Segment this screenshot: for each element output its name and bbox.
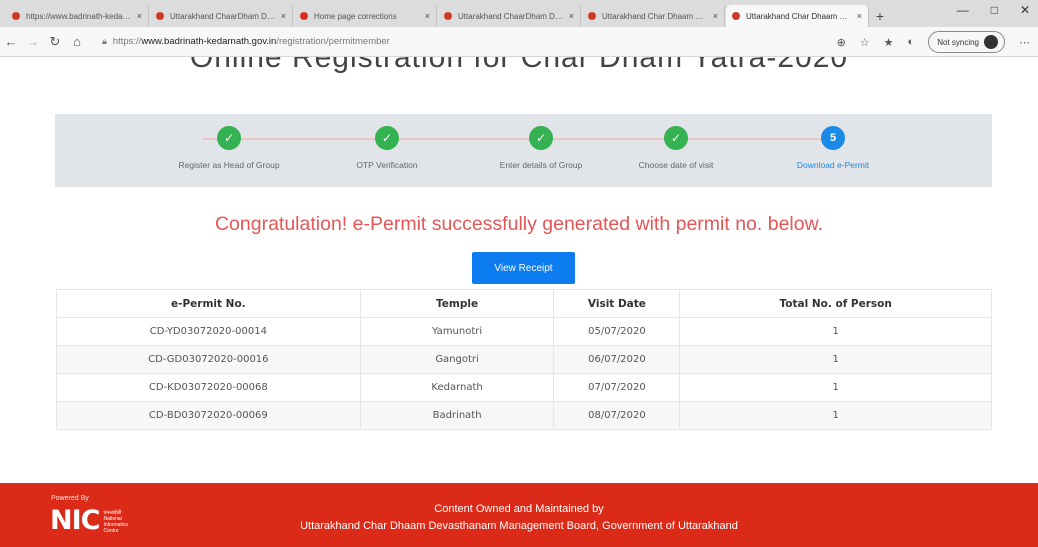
step-label: OTP Verification: [356, 160, 418, 170]
view-receipt-button[interactable]: View Receipt: [472, 252, 575, 284]
browser-tab[interactable]: https://www.badrinath-kedarnath.gov.in ×: [6, 5, 149, 27]
lock-icon: 🔒︎: [102, 36, 107, 46]
step-check-icon: ✓: [217, 126, 241, 150]
forward-icon[interactable]: →: [22, 34, 44, 49]
table-header-row: e-Permit No. Temple Visit Date Total No.…: [56, 289, 992, 318]
maximize-button[interactable]: □: [991, 3, 998, 17]
tab-title: Home page corrections: [314, 11, 397, 21]
visit-date-cell: 06/07/2020: [553, 345, 681, 374]
browser-tab[interactable]: Uttarakhand Char Dhaam Devasthanam ×: [582, 5, 725, 27]
extensions-icon[interactable]: ◐: [908, 36, 915, 48]
more-menu-icon[interactable]: ⋯: [1019, 36, 1030, 49]
url-path: /registration/permitmember: [276, 36, 390, 47]
header-permit-no: e-Permit No.: [56, 289, 361, 318]
back-icon[interactable]: ←: [0, 34, 22, 49]
visit-date-cell: 08/07/2020: [553, 401, 681, 430]
step-number-icon: 5: [821, 126, 845, 150]
tab-close-icon[interactable]: ×: [713, 11, 718, 21]
step-check-icon: ✓: [664, 126, 688, 150]
header-temple: Temple: [359, 289, 555, 318]
tab-favicon-icon: [156, 12, 164, 20]
tab-favicon-icon: [444, 12, 452, 20]
permit-table: e-Permit No. Temple Visit Date Total No.…: [56, 289, 992, 430]
step-register-head: ✓ Register as Head of Group: [139, 126, 319, 170]
persons-cell: 1: [679, 345, 992, 374]
favorites-bar-icon[interactable]: ★: [884, 36, 894, 49]
step-check-icon: ✓: [375, 126, 399, 150]
tab-title: Uttarakhand ChaarDham Devasthanam: [458, 11, 565, 21]
browser-tab-bar: https://www.badrinath-kedarnath.gov.in×U…: [0, 0, 1038, 27]
tab-title: https://www.badrinath-kedarnath.gov.in: [26, 11, 133, 21]
url-field[interactable]: 🔒︎ https://www.badrinath-kedarnath.gov.i…: [102, 36, 802, 47]
refresh-icon[interactable]: ↻: [44, 34, 66, 50]
url-prefix: https://: [112, 36, 142, 47]
tab-strip: https://www.badrinath-kedarnath.gov.in×U…: [6, 0, 870, 27]
toolbar-right: ⊕ ☆ ★ ◐ Not syncing ⋯: [837, 31, 1030, 53]
favorite-icon[interactable]: ☆: [860, 36, 870, 49]
persons-cell: 1: [679, 373, 992, 402]
visit-date-cell: 05/07/2020: [553, 317, 681, 346]
url-domain: www.badrinath-kedarnath.gov.in: [141, 36, 277, 47]
powered-by-label: Powered By: [51, 495, 89, 502]
temple-cell: Yamunotri: [359, 317, 555, 346]
browser-tab[interactable]: Uttarakhand Char Dhaam Devasthanam ×: [726, 5, 869, 27]
persons-cell: 1: [679, 401, 992, 430]
browser-tab[interactable]: Uttarakhand ChaarDham Devasthanam ×: [150, 5, 293, 27]
sync-button[interactable]: Not syncing: [928, 31, 1005, 53]
step-choose-date: ✓ Choose date of visit: [586, 126, 766, 170]
visit-date-cell: 07/07/2020: [553, 373, 681, 402]
step-label: Download e-Permit: [796, 160, 870, 170]
browser-tab[interactable]: Home page corrections ×: [294, 5, 437, 27]
header-total-persons: Total No. of Person: [679, 289, 992, 318]
temple-cell: Kedarnath: [359, 373, 555, 402]
persons-cell: 1: [679, 317, 992, 346]
profile-avatar-icon: [984, 35, 998, 49]
footer-line-2: Uttarakhand Char Dhaam Devasthanam Manag…: [300, 520, 738, 532]
table-row: CD-KD03072020-00068 Kedarnath 07/07/2020…: [56, 373, 992, 402]
permit-no-cell: CD-KD03072020-00068: [56, 373, 361, 402]
table-row: CD-BD03072020-00069 Badrinath 08/07/2020…: [56, 401, 992, 430]
header-visit-date: Visit Date: [553, 289, 681, 318]
step-download-permit: 5 Download e-Permit: [743, 126, 923, 170]
site-footer: Powered By NIC एनआईसी National Informati…: [0, 483, 1038, 547]
temple-cell: Badrinath: [359, 401, 555, 430]
tab-close-icon[interactable]: ×: [137, 11, 142, 21]
tab-close-icon[interactable]: ×: [857, 11, 862, 21]
success-message: Congratulation! e-Permit successfully ge…: [214, 213, 824, 235]
tab-title: Uttarakhand Char Dhaam Devasthanam: [602, 11, 709, 21]
browser-tab[interactable]: Uttarakhand ChaarDham Devasthanam ×: [438, 5, 581, 27]
table-row: CD-YD03072020-00014 Yamunotri 05/07/2020…: [56, 317, 992, 346]
temple-cell: Gangotri: [359, 345, 555, 374]
minimize-button[interactable]: —: [957, 3, 969, 17]
tab-close-icon[interactable]: ×: [281, 11, 286, 21]
tab-favicon-icon: [300, 12, 308, 20]
step-label: Register as Head of Group: [178, 160, 280, 170]
address-bar: ← → ↻ ⌂ 🔒︎ https://www.badrinath-kedarna…: [0, 27, 1038, 57]
tab-close-icon[interactable]: ×: [425, 11, 430, 21]
sync-label: Not syncing: [937, 37, 979, 47]
home-icon[interactable]: ⌂: [66, 34, 88, 49]
tab-title: Uttarakhand Char Dhaam Devasthanam: [746, 11, 853, 21]
page-title: Online Registration for Char Dham Yatra-…: [189, 57, 849, 74]
tab-close-icon[interactable]: ×: [569, 11, 574, 21]
tab-favicon-icon: [12, 12, 20, 20]
tab-favicon-icon: [588, 12, 596, 20]
close-window-button[interactable]: ✕: [1020, 3, 1030, 17]
step-otp-verification: ✓ OTP Verification: [297, 126, 477, 170]
step-check-icon: ✓: [529, 126, 553, 150]
permit-no-cell: CD-YD03072020-00014: [56, 317, 361, 346]
window-controls: — □ ✕: [957, 3, 1030, 17]
table-row: CD-GD03072020-00016 Gangotri 06/07/2020 …: [56, 345, 992, 374]
tab-title: Uttarakhand ChaarDham Devasthanam: [170, 11, 277, 21]
footer-line-1: Content Owned and Maintained by: [434, 503, 604, 515]
permit-no-cell: CD-BD03072020-00069: [56, 401, 361, 430]
step-label: Choose date of visit: [638, 160, 714, 170]
zoom-icon[interactable]: ⊕: [837, 36, 846, 49]
web-page: Online Registration for Char Dham Yatra-…: [0, 57, 1038, 547]
permit-no-cell: CD-GD03072020-00016: [56, 345, 361, 374]
tab-favicon-icon: [732, 12, 740, 20]
new-tab-button[interactable]: +: [870, 5, 890, 27]
registration-stepper: ✓ Register as Head of Group ✓ OTP Verifi…: [55, 114, 992, 187]
